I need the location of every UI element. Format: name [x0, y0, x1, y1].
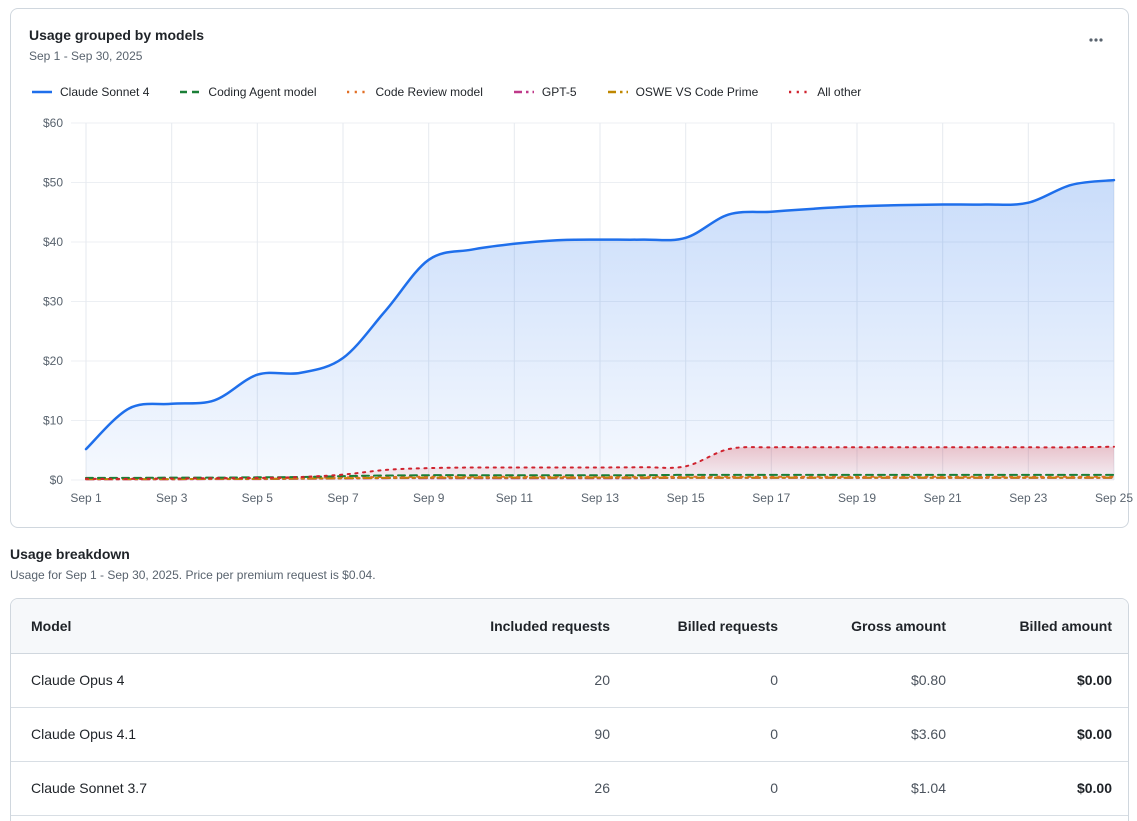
table-row: Claude Opus 4.1900$3.60$0.00 — [11, 707, 1128, 761]
legend-label: OSWE VS Code Prime — [636, 85, 759, 99]
legend-label: Claude Sonnet 4 — [60, 85, 149, 99]
legend-item-gpt-5[interactable]: GPT-5 — [513, 85, 577, 99]
billed-requests-cell: 0 — [610, 653, 778, 707]
table-row: Claude Opus 4200$0.80$0.00 — [11, 653, 1128, 707]
y-axis-label: $40 — [43, 235, 63, 249]
legend-label: Code Review model — [375, 85, 482, 99]
billed-amount-cell: $0.00 — [946, 707, 1128, 761]
column-header-gross-amount: Gross amount — [778, 599, 946, 653]
table-header-row: Model Included requests Billed requests … — [11, 599, 1128, 653]
column-header-included-requests: Included requests — [442, 599, 610, 653]
legend-item-claude-sonnet-4[interactable]: Claude Sonnet 4 — [31, 85, 149, 99]
x-axis-label: Sep 23 — [1009, 491, 1047, 505]
usage-breakdown-table: Model Included requests Billed requests … — [11, 599, 1128, 816]
gross-amount-cell: $0.80 — [778, 653, 946, 707]
legend-item-all-other[interactable]: All other — [788, 85, 861, 99]
x-axis-label: Sep 13 — [581, 491, 619, 505]
chart-title: Usage grouped by models — [29, 27, 204, 43]
y-axis-label: $0 — [50, 473, 64, 487]
legend-swatch-icon — [346, 87, 368, 97]
included-requests-cell: 20 — [442, 653, 610, 707]
model-name-cell: Claude Opus 4.1 — [11, 707, 442, 761]
x-axis-label: Sep 9 — [413, 491, 445, 505]
included-requests-cell: 90 — [442, 707, 610, 761]
billed-requests-cell: 0 — [610, 761, 778, 815]
legend-item-code-review-model[interactable]: Code Review model — [346, 85, 482, 99]
x-axis-label: Sep 1 — [70, 491, 102, 505]
model-name-cell: Claude Sonnet 3.7 — [11, 761, 442, 815]
column-header-billed-requests: Billed requests — [610, 599, 778, 653]
billed-amount-cell: $0.00 — [946, 761, 1128, 815]
y-axis-label: $50 — [43, 176, 63, 190]
billed-amount-cell: $0.00 — [946, 653, 1128, 707]
x-axis-label: Sep 7 — [327, 491, 359, 505]
usage-line-chart[interactable]: $0 $10 $20 $30 $40 $50 $60 Sep 1 Sep 3 Sep 5 Sep 7… — [19, 109, 1124, 513]
gross-amount-cell: $1.04 — [778, 761, 946, 815]
legend-swatch-icon — [607, 87, 629, 97]
chart-date-range: Sep 1 - Sep 30, 2025 — [29, 49, 142, 63]
x-axis-label: Sep 25 — [1095, 491, 1133, 505]
billed-requests-cell: 0 — [610, 707, 778, 761]
x-axis-label: Sep 11 — [496, 491, 533, 505]
x-axis-label: Sep 3 — [156, 491, 188, 505]
kebab-horizontal-icon — [1088, 32, 1104, 48]
column-header-model: Model — [11, 599, 442, 653]
legend-item-oswe-vs-code-prime[interactable]: OSWE VS Code Prime — [607, 85, 759, 99]
x-axis-label: Sep 5 — [242, 491, 274, 505]
y-axis-label: $60 — [43, 116, 63, 130]
legend-swatch-icon — [179, 87, 201, 97]
legend-label: All other — [817, 85, 861, 99]
x-axis-label: Sep 15 — [667, 491, 705, 505]
y-axis-label: $30 — [43, 295, 63, 309]
usage-table-body: Claude Opus 4200$0.80$0.00Claude Opus 4.… — [11, 653, 1128, 815]
breakdown-subtitle: Usage for Sep 1 - Sep 30, 2025. Price pe… — [10, 568, 376, 582]
x-axis-label: Sep 17 — [752, 491, 790, 505]
breakdown-title: Usage breakdown — [10, 546, 130, 562]
x-axis-label: Sep 21 — [924, 491, 962, 505]
legend-swatch-icon — [788, 87, 810, 97]
kebab-menu-button[interactable] — [1080, 27, 1112, 53]
y-axis-label: $20 — [43, 354, 63, 368]
legend-label: Coding Agent model — [208, 85, 316, 99]
legend-item-coding-agent-model[interactable]: Coding Agent model — [179, 85, 316, 99]
gross-amount-cell: $3.60 — [778, 707, 946, 761]
legend-swatch-icon — [513, 87, 535, 97]
usage-breakdown-table-card: Model Included requests Billed requests … — [10, 598, 1129, 821]
included-requests-cell: 26 — [442, 761, 610, 815]
legend-swatch-icon — [31, 87, 53, 97]
table-row: Claude Sonnet 3.7260$1.04$0.00 — [11, 761, 1128, 815]
chart-legend: Claude Sonnet 4 Coding Agent model Code Re… — [31, 85, 1108, 99]
legend-label: GPT-5 — [542, 85, 577, 99]
usage-chart-card: Usage grouped by models Sep 1 - Sep 30, … — [10, 8, 1129, 528]
column-header-billed-amount: Billed amount — [946, 599, 1128, 653]
y-axis-label: $10 — [43, 414, 63, 428]
x-axis-label: Sep 19 — [838, 491, 876, 505]
model-name-cell: Claude Opus 4 — [11, 653, 442, 707]
